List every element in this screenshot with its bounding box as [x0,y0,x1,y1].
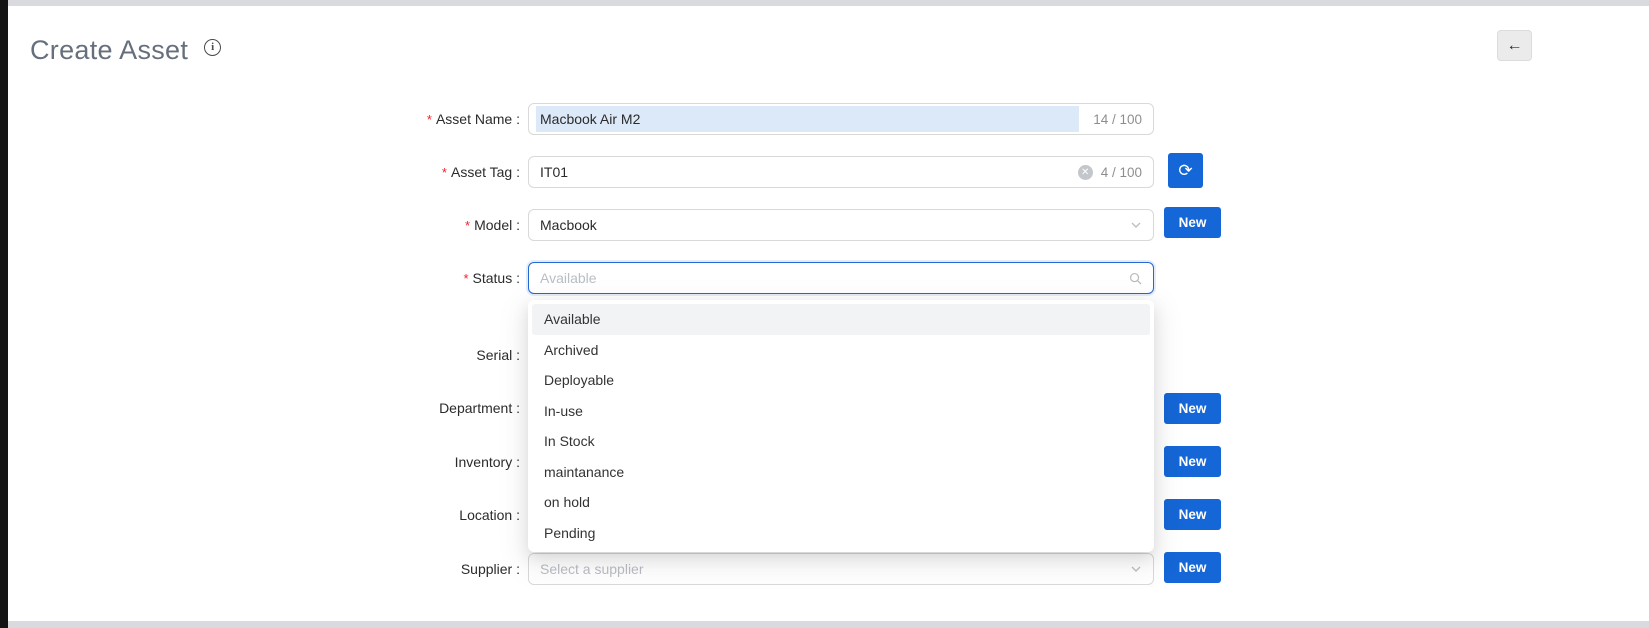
location-label: Location : [188,499,520,531]
required-asterisk: * [427,112,432,127]
dropdown-option-pending[interactable]: Pending [532,518,1150,549]
left-edge-strip [0,0,8,628]
asset-tag-label: *Asset Tag : [188,156,520,189]
required-asterisk: * [463,271,468,286]
supplier-label: Supplier : [188,553,520,585]
asset-name-value: Macbook Air M2 [536,106,1079,132]
info-icon[interactable]: i [204,39,221,56]
asset-name-label: *Asset Name : [188,103,520,136]
sync-icon: ⟳ [1178,161,1192,181]
chevron-down-icon [1130,219,1142,231]
asset-name-input[interactable]: Macbook Air M2 14 / 100 [528,103,1154,135]
dropdown-option-available[interactable]: Available [532,304,1150,335]
generate-tag-button[interactable]: ⟳ [1168,153,1203,188]
new-supplier-button[interactable]: New [1164,552,1221,583]
status-select[interactable]: Available [528,262,1154,294]
page-title: Create Asset [30,35,188,66]
create-asset-card: Create Asset i ← *Asset Name : Macbook A… [8,6,1649,621]
dropdown-option-on-hold[interactable]: on hold [532,487,1150,518]
page-header: Create Asset i [30,30,221,70]
supplier-placeholder: Select a supplier [540,561,1130,577]
new-model-button[interactable]: New [1164,207,1221,238]
department-label: Department : [188,392,520,424]
status-dropdown: Available Archived Deployable In-use In … [528,300,1154,552]
serial-label: Serial : [188,339,520,371]
asset-tag-input[interactable]: IT01 ✕ 4 / 100 [528,156,1154,188]
status-placeholder: Available [540,270,1129,286]
model-select[interactable]: Macbook [528,209,1154,241]
asset-name-counter: 14 / 100 [1093,112,1142,127]
dropdown-option-archived[interactable]: Archived [532,335,1150,366]
required-asterisk: * [465,218,470,233]
required-asterisk: * [442,165,447,180]
asset-tag-value: IT01 [540,164,568,180]
back-button[interactable]: ← [1497,30,1532,61]
supplier-select[interactable]: Select a supplier [528,553,1154,585]
model-value: Macbook [540,217,597,233]
new-location-button[interactable]: New [1164,499,1221,530]
asset-tag-counter: 4 / 100 [1101,165,1142,180]
new-inventory-button[interactable]: New [1164,446,1221,477]
inventory-label: Inventory : [188,446,520,478]
chevron-down-icon [1130,563,1142,575]
new-department-button[interactable]: New [1164,393,1221,424]
back-arrow-icon: ← [1507,37,1523,55]
dropdown-option-in-use[interactable]: In-use [532,396,1150,427]
dropdown-option-in-stock[interactable]: In Stock [532,426,1150,457]
search-icon [1129,272,1142,285]
info-icon-glyph: i [211,41,214,53]
clear-circle-icon[interactable]: ✕ [1078,165,1093,180]
status-label: *Status : [188,262,520,295]
dropdown-option-deployable[interactable]: Deployable [532,365,1150,396]
dropdown-option-maintanance[interactable]: maintanance [532,457,1150,488]
model-label: *Model : [188,209,520,242]
